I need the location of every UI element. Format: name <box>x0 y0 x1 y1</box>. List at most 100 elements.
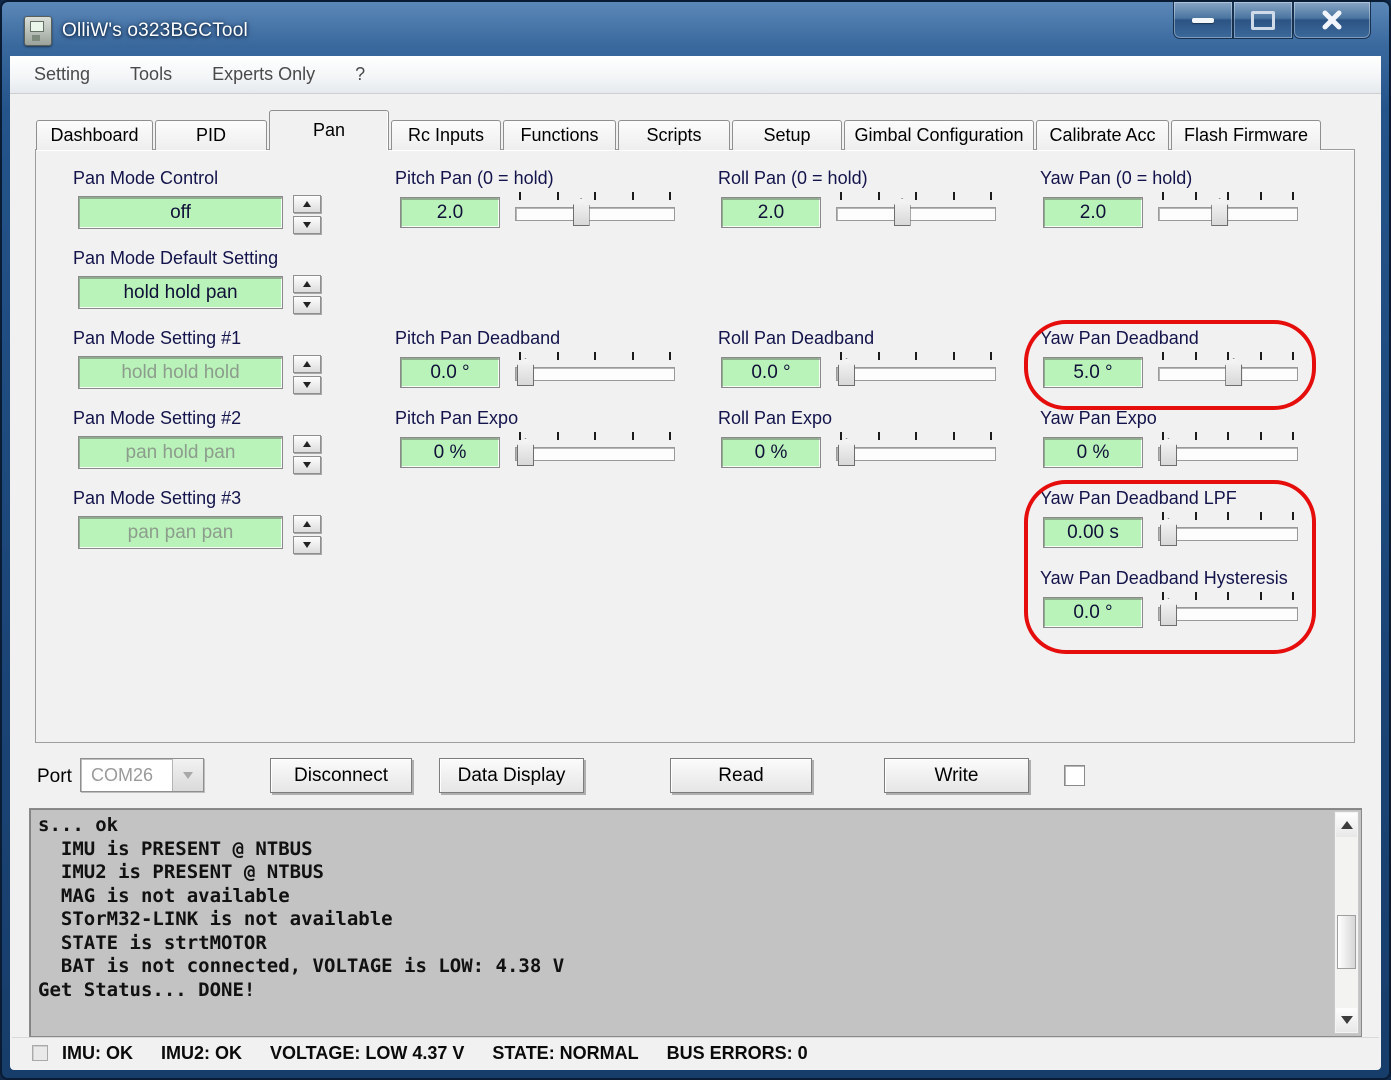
port-dropdown-button[interactable] <box>172 759 203 791</box>
tab-setup[interactable]: Setup <box>732 120 842 150</box>
tab-rc-inputs[interactable]: Rc Inputs <box>391 120 501 150</box>
pan-mode-setting1-field[interactable]: hold hold hold <box>78 356 283 389</box>
tab-pan[interactable]: Pan <box>269 110 389 150</box>
slider-thumb[interactable] <box>573 198 590 226</box>
tab-calibrate-acc[interactable]: Calibrate Acc <box>1036 120 1169 150</box>
slider-thumb[interactable] <box>1160 598 1177 626</box>
slider-track[interactable] <box>836 447 996 461</box>
slider-thumb[interactable] <box>838 438 855 466</box>
slider-thumb[interactable] <box>1211 198 1228 226</box>
roll-pan-expo-slider[interactable] <box>836 432 996 468</box>
window-title: OlliW's o323BGCTool <box>62 20 248 42</box>
arrow-down-icon <box>1341 1016 1353 1024</box>
slider-track[interactable] <box>515 367 675 381</box>
arrow-up-icon <box>303 441 311 447</box>
pan-mode-control-field[interactable]: off <box>78 196 283 229</box>
roll-pan-field[interactable]: 2.0 <box>721 197 821 228</box>
yaw-pan-deadband-field[interactable]: 5.0 ° <box>1043 357 1143 388</box>
yaw-pan-deadband-lpf-field[interactable]: 0.00 s <box>1043 517 1143 548</box>
tab-pid[interactable]: PID <box>155 120 267 150</box>
tab-dashboard[interactable]: Dashboard <box>36 120 153 150</box>
pan-mode-default-field[interactable]: hold hold pan <box>78 276 283 309</box>
slider-thumb[interactable] <box>1160 518 1177 546</box>
scroll-down-button[interactable] <box>1336 1008 1357 1032</box>
spin-down-button[interactable] <box>293 376 321 394</box>
slider-track[interactable] <box>1158 607 1298 621</box>
slider-track[interactable] <box>1158 527 1298 541</box>
pitch-pan-deadband-field[interactable]: 0.0 ° <box>400 357 500 388</box>
disconnect-button[interactable]: Disconnect <box>270 758 412 793</box>
slider-track[interactable] <box>836 207 996 221</box>
pan-mode-default-spinner <box>293 275 321 314</box>
scroll-up-button[interactable] <box>1336 813 1357 837</box>
pitch-pan-expo-field[interactable]: 0 % <box>400 437 500 468</box>
tab-flash-firmware[interactable]: Flash Firmware <box>1171 120 1321 150</box>
tab-functions[interactable]: Functions <box>503 120 616 150</box>
pitch-pan-deadband-slider[interactable] <box>515 352 675 388</box>
spin-down-button[interactable] <box>293 216 321 234</box>
yaw-pan-slider[interactable] <box>1158 192 1298 228</box>
roll-pan-slider[interactable] <box>836 192 996 228</box>
slider-thumb[interactable] <box>517 358 534 386</box>
yaw-pan-expo-slider[interactable] <box>1158 432 1298 468</box>
spin-up-button[interactable] <box>293 435 321 453</box>
console-line: IMU is PRESENT @ NTBUS <box>38 838 1331 862</box>
pan-mode-setting2-field[interactable]: pan hold pan <box>78 436 283 469</box>
roll-pan-label: Roll Pan (0 = hold) <box>718 168 868 189</box>
close-button[interactable] <box>1293 2 1371 39</box>
yaw-pan-label: Yaw Pan (0 = hold) <box>1040 168 1192 189</box>
slider-thumb[interactable] <box>894 198 911 226</box>
spin-down-button[interactable] <box>293 296 321 314</box>
spin-up-button[interactable] <box>293 195 321 213</box>
title-bar: OlliW's o323BGCTool <box>2 2 1389 56</box>
console-line: Get Status... DONE! <box>38 979 1331 1003</box>
read-button[interactable]: Read <box>670 758 812 793</box>
yaw-pan-expo-field[interactable]: 0 % <box>1043 437 1143 468</box>
minimize-button[interactable] <box>1173 2 1233 39</box>
yaw-pan-field[interactable]: 2.0 <box>1043 197 1143 228</box>
write-button[interactable]: Write <box>884 758 1029 793</box>
console-scrollbar[interactable] <box>1334 811 1359 1034</box>
status-checkbox[interactable] <box>32 1045 48 1061</box>
pitch-pan-deadband-label: Pitch Pan Deadband <box>395 328 560 349</box>
menu-experts-only[interactable]: Experts Only <box>212 64 315 85</box>
status-state: STATE: NORMAL <box>492 1043 638 1064</box>
pitch-pan-label: Pitch Pan (0 = hold) <box>395 168 554 189</box>
yaw-pan-deadband-hysteresis-field[interactable]: 0.0 ° <box>1043 597 1143 628</box>
slider-track[interactable] <box>515 447 675 461</box>
slider-thumb[interactable] <box>838 358 855 386</box>
write-option-checkbox[interactable] <box>1064 765 1085 786</box>
yaw-pan-deadband-lpf-slider[interactable] <box>1158 512 1298 548</box>
pitch-pan-field[interactable]: 2.0 <box>400 197 500 228</box>
port-combobox[interactable]: COM26 <box>80 758 204 792</box>
tab-scripts[interactable]: Scripts <box>618 120 730 150</box>
roll-pan-expo-field[interactable]: 0 % <box>721 437 821 468</box>
roll-pan-deadband-field[interactable]: 0.0 ° <box>721 357 821 388</box>
pan-mode-setting3-field[interactable]: pan pan pan <box>78 516 283 549</box>
spin-up-button[interactable] <box>293 275 321 293</box>
spin-down-button[interactable] <box>293 456 321 474</box>
pitch-pan-expo-slider[interactable] <box>515 432 675 468</box>
slider-thumb[interactable] <box>1160 438 1177 466</box>
roll-pan-deadband-slider[interactable] <box>836 352 996 388</box>
yaw-pan-deadband-hysteresis-label: Yaw Pan Deadband Hysteresis <box>1040 568 1288 589</box>
maximize-button[interactable] <box>1233 2 1293 39</box>
menu-help[interactable]: ? <box>355 64 365 85</box>
slider-track[interactable] <box>515 207 675 221</box>
menu-tools[interactable]: Tools <box>130 64 172 85</box>
tab-gimbal-configuration[interactable]: Gimbal Configuration <box>844 120 1034 150</box>
yaw-pan-deadband-slider[interactable] <box>1158 352 1298 388</box>
data-display-button[interactable]: Data Display <box>439 758 584 793</box>
slider-thumb[interactable] <box>1225 358 1242 386</box>
slider-thumb[interactable] <box>517 438 534 466</box>
scrollbar-thumb[interactable] <box>1337 915 1356 969</box>
spin-down-button[interactable] <box>293 536 321 554</box>
menu-setting[interactable]: Setting <box>34 64 90 85</box>
spin-up-button[interactable] <box>293 515 321 533</box>
slider-track[interactable] <box>836 367 996 381</box>
yaw-pan-deadband-hysteresis-slider[interactable] <box>1158 592 1298 628</box>
slider-track[interactable] <box>1158 447 1298 461</box>
pitch-pan-slider[interactable] <box>515 192 675 228</box>
spin-up-button[interactable] <box>293 355 321 373</box>
roll-pan-deadband-label: Roll Pan Deadband <box>718 328 874 349</box>
